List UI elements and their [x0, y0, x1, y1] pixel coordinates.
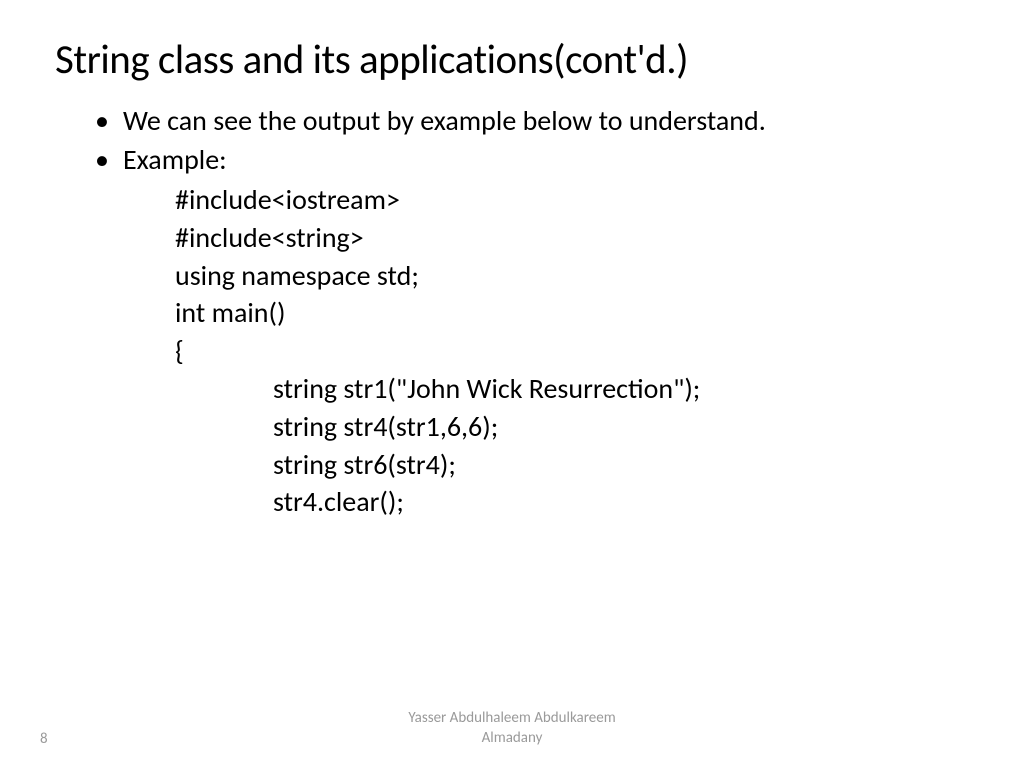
slide-title: String class and its applications(cont'd…	[55, 35, 969, 85]
code-line: int main()	[175, 294, 969, 332]
slide-footer: 8 Yasser Abdulhaleem Abdulkareem Almadan…	[0, 730, 1024, 748]
code-line: using namespace std;	[175, 257, 969, 295]
author-line: Almadany	[482, 729, 543, 747]
bullet-item: Example:	[95, 142, 969, 177]
code-line: #include<string>	[175, 219, 969, 257]
code-line: str4.clear();	[175, 483, 969, 521]
code-line: {	[175, 332, 969, 370]
page-number: 8	[40, 730, 48, 748]
bullet-item: We can see the output by example below t…	[95, 103, 969, 138]
code-line: string str1("John Wick Resurrection");	[175, 370, 969, 408]
code-line: #include<iostream>	[175, 181, 969, 219]
code-line: string str6(str4);	[175, 446, 969, 484]
author-name: Yasser Abdulhaleem Abdulkareem Almadany	[408, 709, 615, 748]
code-line: string str4(str1,6,6);	[175, 408, 969, 446]
author-line: Yasser Abdulhaleem Abdulkareem	[408, 709, 615, 727]
slide-content: We can see the output by example below t…	[55, 103, 969, 521]
code-block: #include<iostream> #include<string> usin…	[95, 181, 969, 521]
